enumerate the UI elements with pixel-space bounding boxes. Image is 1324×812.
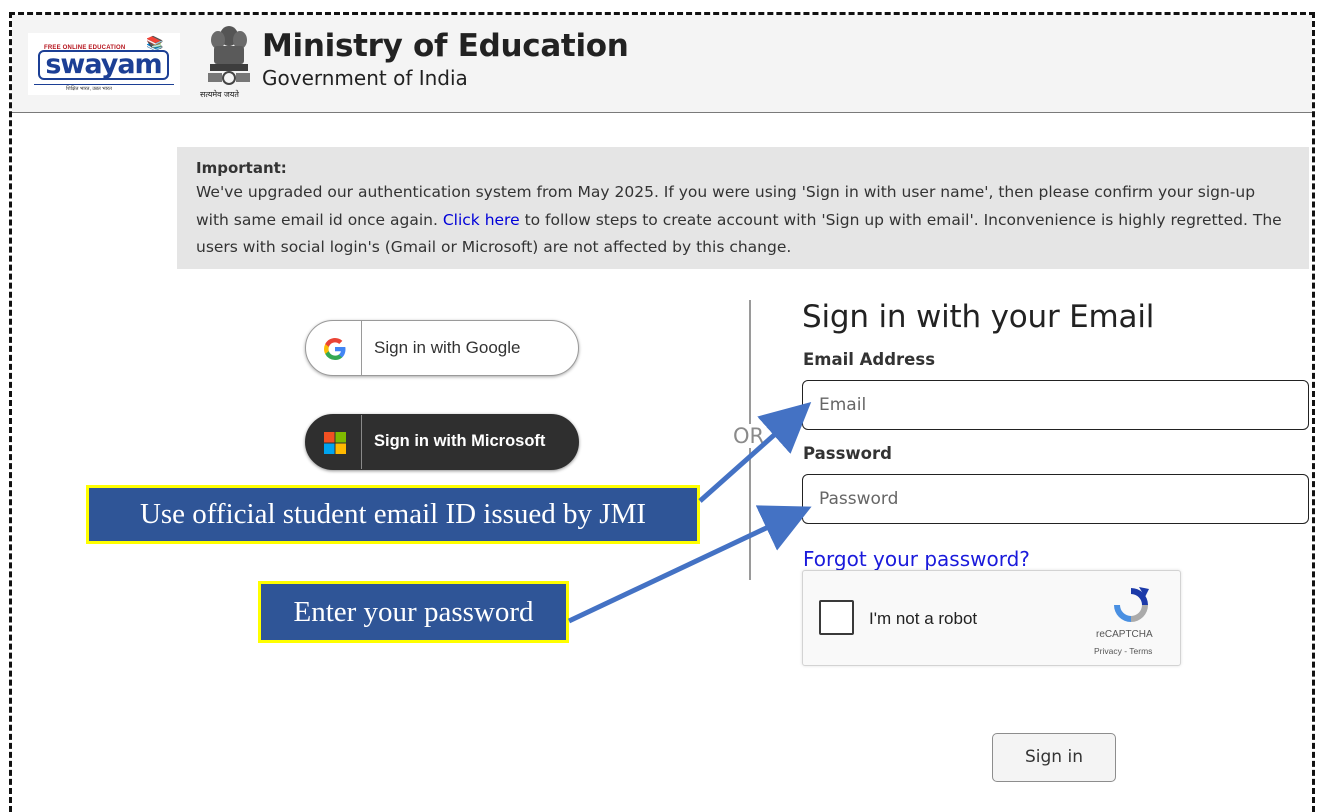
email-label: Email Address [803,350,936,369]
emblem-caption: सत्यमेव जयते [200,90,239,99]
recaptcha-logo-icon [1114,587,1149,622]
button-separator [361,321,362,375]
google-signin-button[interactable]: Sign in with Google [305,320,579,376]
button-separator [361,415,362,469]
logo-motto: शिक्षित भारत, उन्नत भारत [66,86,112,92]
recaptcha-checkbox[interactable] [819,600,854,635]
recaptcha-label: I'm not a robot [869,609,978,628]
forgot-password-link[interactable]: Forgot your password? [803,547,1030,571]
recaptcha-widget: I'm not a robot reCAPTCHA Privacy - Term… [802,570,1181,666]
microsoft-signin-label: Sign in with Microsoft [374,432,546,450]
microsoft-logo-icon [324,432,346,454]
password-annotation-callout: Enter your password [258,581,569,643]
national-emblem: सत्यमेव जयते [200,20,258,104]
google-signin-label: Sign in with Google [374,338,521,357]
email-input[interactable] [802,380,1309,430]
password-label: Password [803,444,892,463]
ministry-title: Ministry of Education [262,28,629,64]
google-g-icon [324,338,346,360]
click-here-link[interactable]: Click here [443,211,520,229]
email-annotation-callout: Use official student email ID issued by … [86,485,700,544]
recaptcha-brand: reCAPTCHA [1096,629,1153,640]
swayam-logo[interactable]: FREE ONLINE EDUCATION 📚 swayam शिक्षित भ… [28,33,180,95]
microsoft-signin-button[interactable]: Sign in with Microsoft [305,414,579,470]
ministry-subtitle: Government of India [262,66,468,90]
important-notice: Important: We've upgraded our authentica… [177,147,1309,269]
or-divider-label: OR [733,424,765,448]
email-signin-title: Sign in with your Email [802,299,1155,335]
password-input[interactable] [802,474,1309,524]
notice-title: Important: [196,159,287,177]
emblem-icon [208,26,250,85]
sign-in-button[interactable]: Sign in [992,733,1116,782]
logo-wordmark: swayam [38,50,169,80]
recaptcha-privacy-terms[interactable]: Privacy - Terms [1094,646,1152,656]
